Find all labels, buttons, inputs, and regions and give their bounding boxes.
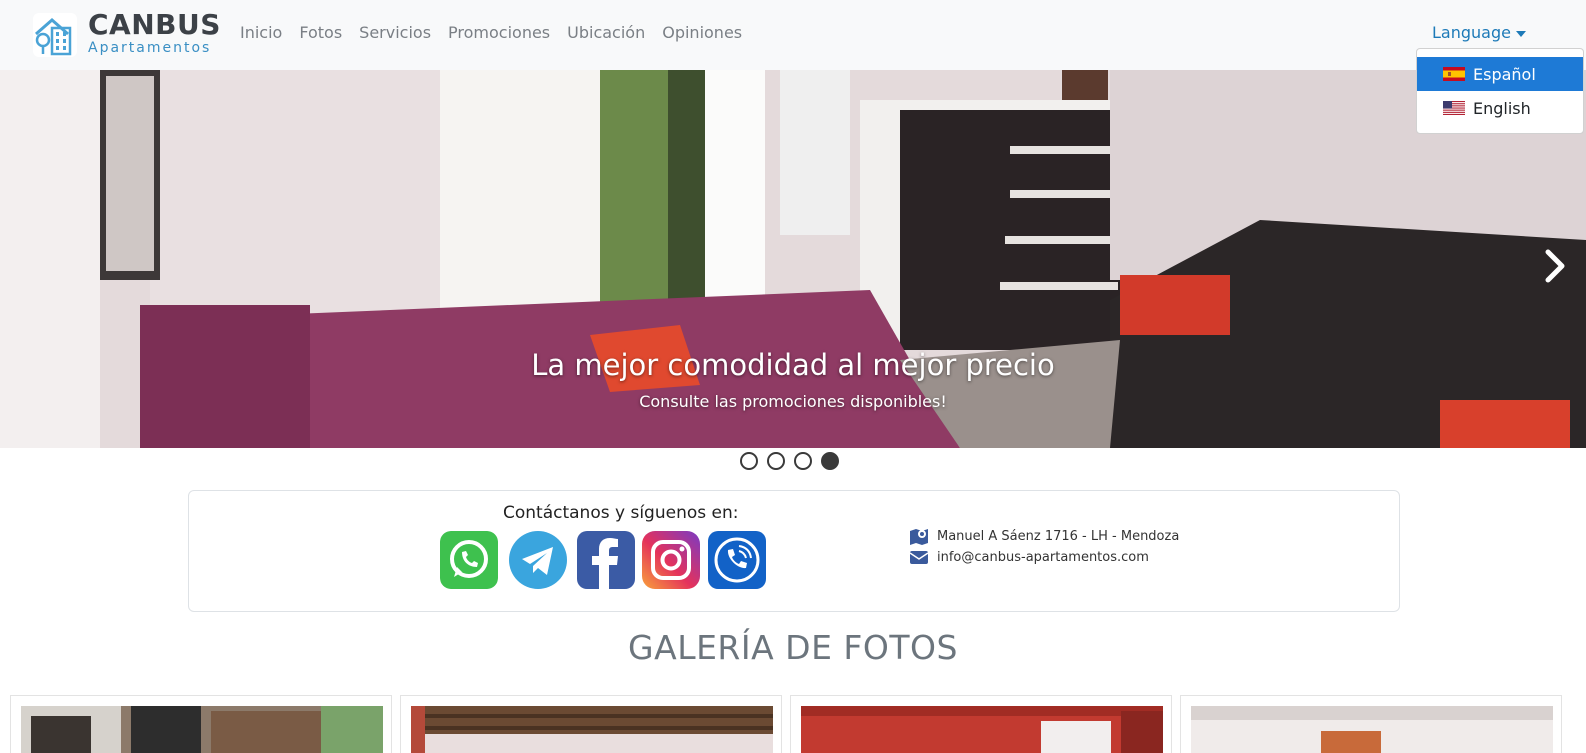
contact-card: Contáctanos y síguenos en: Manuel A Sáen…: [188, 490, 1400, 612]
chevron-right-icon[interactable]: [1540, 246, 1570, 286]
gallery-title: GALERÍA DE FOTOS: [628, 628, 958, 667]
carousel-indicators: [740, 452, 848, 470]
nav-link-servicios[interactable]: Servicios: [359, 23, 431, 42]
photo-gallery: [0, 695, 1586, 753]
hero-title: La mejor comodidad al mejor precio: [531, 348, 1055, 382]
usa-flag-icon: [1443, 101, 1465, 115]
building-logo-icon: [33, 13, 77, 57]
telegram-icon[interactable]: [509, 531, 567, 589]
whatsapp-icon[interactable]: [440, 531, 498, 589]
nav-links: Inicio Fotos Servicios Promociones Ubica…: [240, 23, 759, 42]
gallery-card[interactable]: [10, 695, 392, 753]
facebook-icon[interactable]: [577, 531, 635, 589]
gallery-photo: [801, 706, 1163, 753]
carousel-indicator-3[interactable]: [794, 452, 812, 470]
hero-carousel: La mejor comodidad al mejor precio Consu…: [0, 70, 1586, 448]
carousel-indicator-1[interactable]: [740, 452, 758, 470]
hero-subtitle: Consulte las promociones disponibles!: [639, 392, 947, 411]
navbar: CANBUS Apartamentos Inicio Fotos Servici…: [0, 0, 1586, 70]
gallery-card[interactable]: [1180, 695, 1562, 753]
gallery-photo: [21, 706, 383, 753]
address-row: Manuel A Sáenz 1716 - LH - Mendoza: [909, 527, 1179, 545]
gallery-card[interactable]: [790, 695, 1172, 753]
language-dropdown-menu: Español English: [1416, 48, 1584, 134]
email-link[interactable]: info@canbus-apartamentos.com: [937, 550, 1149, 565]
address-text: Manuel A Sáenz 1716 - LH - Mendoza: [937, 528, 1180, 544]
nav-link-promociones[interactable]: Promociones: [448, 23, 550, 42]
nav-link-fotos[interactable]: Fotos: [299, 23, 342, 42]
nav-link-inicio[interactable]: Inicio: [240, 23, 282, 42]
language-option-english[interactable]: English: [1417, 91, 1583, 125]
email-row: info@canbus-apartamentos.com: [909, 549, 1149, 565]
nav-link-ubicacion[interactable]: Ubicación: [567, 23, 645, 42]
language-option-label: English: [1473, 98, 1531, 118]
language-dropdown-toggle[interactable]: Language: [1432, 23, 1526, 42]
envelope-icon: [909, 551, 929, 564]
contact-title: Contáctanos y síguenos en:: [503, 503, 739, 523]
language-option-label: Español: [1473, 64, 1536, 84]
spain-flag-icon: [1443, 67, 1465, 81]
map-marker-icon: [910, 529, 928, 545]
gallery-photo: [1191, 706, 1553, 753]
nav-link-opiniones[interactable]: Opiniones: [662, 23, 742, 42]
instagram-icon[interactable]: [642, 531, 700, 589]
phone-icon[interactable]: [708, 531, 766, 589]
gallery-photo: [411, 706, 773, 753]
brand-logo-link[interactable]: CANBUS Apartamentos: [32, 8, 221, 60]
language-option-espanol[interactable]: Español: [1417, 57, 1583, 91]
brand-subtitle: Apartamentos: [88, 40, 212, 56]
gallery-card[interactable]: [400, 695, 782, 753]
language-label: Language: [1432, 23, 1511, 42]
carousel-indicator-2[interactable]: [767, 452, 785, 470]
carousel-indicator-4[interactable]: [821, 452, 839, 470]
caret-down-icon: [1515, 30, 1526, 37]
brand-name: CANBUS: [88, 8, 221, 41]
